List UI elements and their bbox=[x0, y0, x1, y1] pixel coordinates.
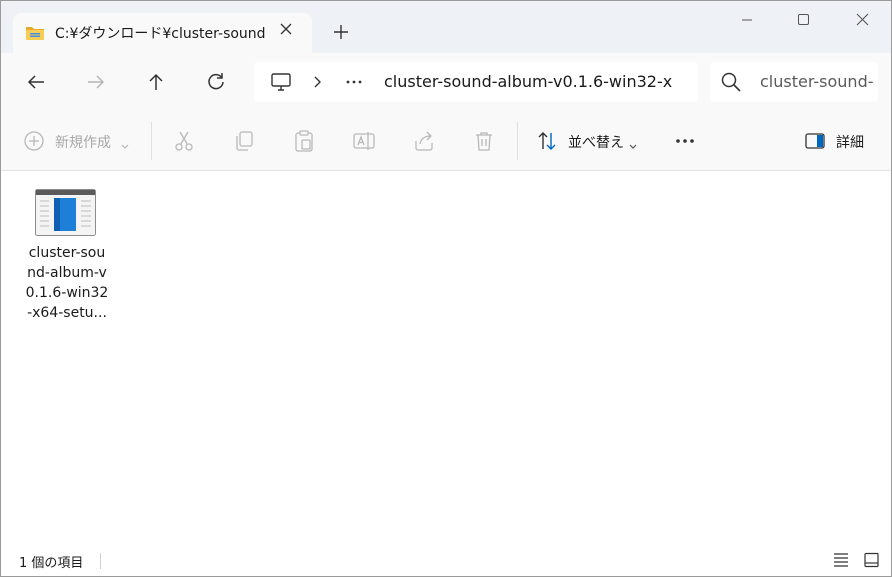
computer-icon[interactable] bbox=[270, 72, 292, 96]
new-button[interactable]: 新規作成 bbox=[23, 129, 133, 153]
command-toolbar: 新規作成 並べ替え 詳細 bbox=[1, 112, 891, 171]
refresh-icon[interactable] bbox=[203, 69, 229, 95]
details-view-icon[interactable] bbox=[832, 552, 850, 568]
minimize-button[interactable] bbox=[727, 7, 767, 33]
tab-title: C:¥ダウンロード¥cluster-sound-al bbox=[55, 26, 265, 42]
installer-file-icon bbox=[35, 189, 97, 241]
navigation-bar: cluster-sound-album-v0.1.6-win32-x clust… bbox=[1, 53, 891, 112]
copy-icon[interactable] bbox=[232, 129, 256, 153]
back-arrow-icon[interactable] bbox=[23, 69, 49, 95]
share-icon[interactable] bbox=[412, 129, 436, 153]
new-tab-button[interactable] bbox=[330, 21, 352, 43]
close-tab-icon[interactable] bbox=[276, 19, 296, 39]
search-input[interactable]: cluster-sound- bbox=[760, 72, 874, 91]
sort-arrows-icon bbox=[536, 130, 558, 156]
toolbar-divider bbox=[517, 122, 518, 160]
status-divider bbox=[100, 553, 101, 569]
large-icons-view-icon[interactable] bbox=[863, 552, 881, 568]
sort-button-label: 並べ替え bbox=[568, 135, 624, 151]
item-count: 1 個の項目 bbox=[19, 556, 84, 571]
file-explorer-window: C:¥ダウンロード¥cluster-sound-al cluster-sound… bbox=[0, 0, 892, 577]
file-name: cluster-sound-album-v0.1.6-win32-x64-set… bbox=[25, 245, 109, 321]
delete-icon[interactable] bbox=[472, 129, 496, 153]
title-bar: C:¥ダウンロード¥cluster-sound-al bbox=[1, 1, 891, 53]
chevron-down-icon bbox=[120, 136, 130, 155]
new-button-label: 新規作成 bbox=[55, 135, 111, 151]
search-icon bbox=[720, 71, 742, 97]
more-options-icon[interactable] bbox=[673, 129, 697, 153]
sort-button[interactable]: 並べ替え bbox=[536, 129, 646, 153]
search-box[interactable]: cluster-sound- bbox=[710, 62, 878, 102]
up-arrow-icon[interactable] bbox=[143, 69, 169, 95]
details-button-label: 詳細 bbox=[836, 135, 864, 151]
more-path-icon[interactable] bbox=[344, 72, 364, 96]
status-bar: 1 個の項目 bbox=[1, 543, 891, 576]
address-bar[interactable]: cluster-sound-album-v0.1.6-win32-x bbox=[254, 62, 698, 102]
address-path: cluster-sound-album-v0.1.6-win32-x bbox=[384, 72, 673, 91]
paste-icon[interactable] bbox=[292, 129, 316, 153]
toolbar-divider bbox=[151, 122, 152, 160]
forward-arrow-icon[interactable] bbox=[83, 69, 109, 95]
rename-icon[interactable] bbox=[352, 129, 376, 153]
file-item[interactable]: cluster-sound-album-v0.1.6-win32-x64-set… bbox=[25, 185, 109, 325]
chevron-down-icon bbox=[628, 136, 638, 155]
folder-icon bbox=[25, 24, 45, 46]
close-window-button[interactable] bbox=[842, 7, 882, 33]
plus-circle-icon bbox=[23, 130, 45, 156]
file-list-area[interactable]: cluster-sound-album-v0.1.6-win32-x64-set… bbox=[1, 171, 891, 543]
maximize-button[interactable] bbox=[783, 7, 823, 33]
tab-downloads[interactable]: C:¥ダウンロード¥cluster-sound-al bbox=[13, 13, 312, 53]
cut-icon[interactable] bbox=[172, 129, 196, 153]
chevron-right-icon[interactable] bbox=[312, 74, 324, 94]
details-button[interactable]: 詳細 bbox=[804, 129, 874, 153]
details-pane-icon bbox=[804, 131, 826, 155]
